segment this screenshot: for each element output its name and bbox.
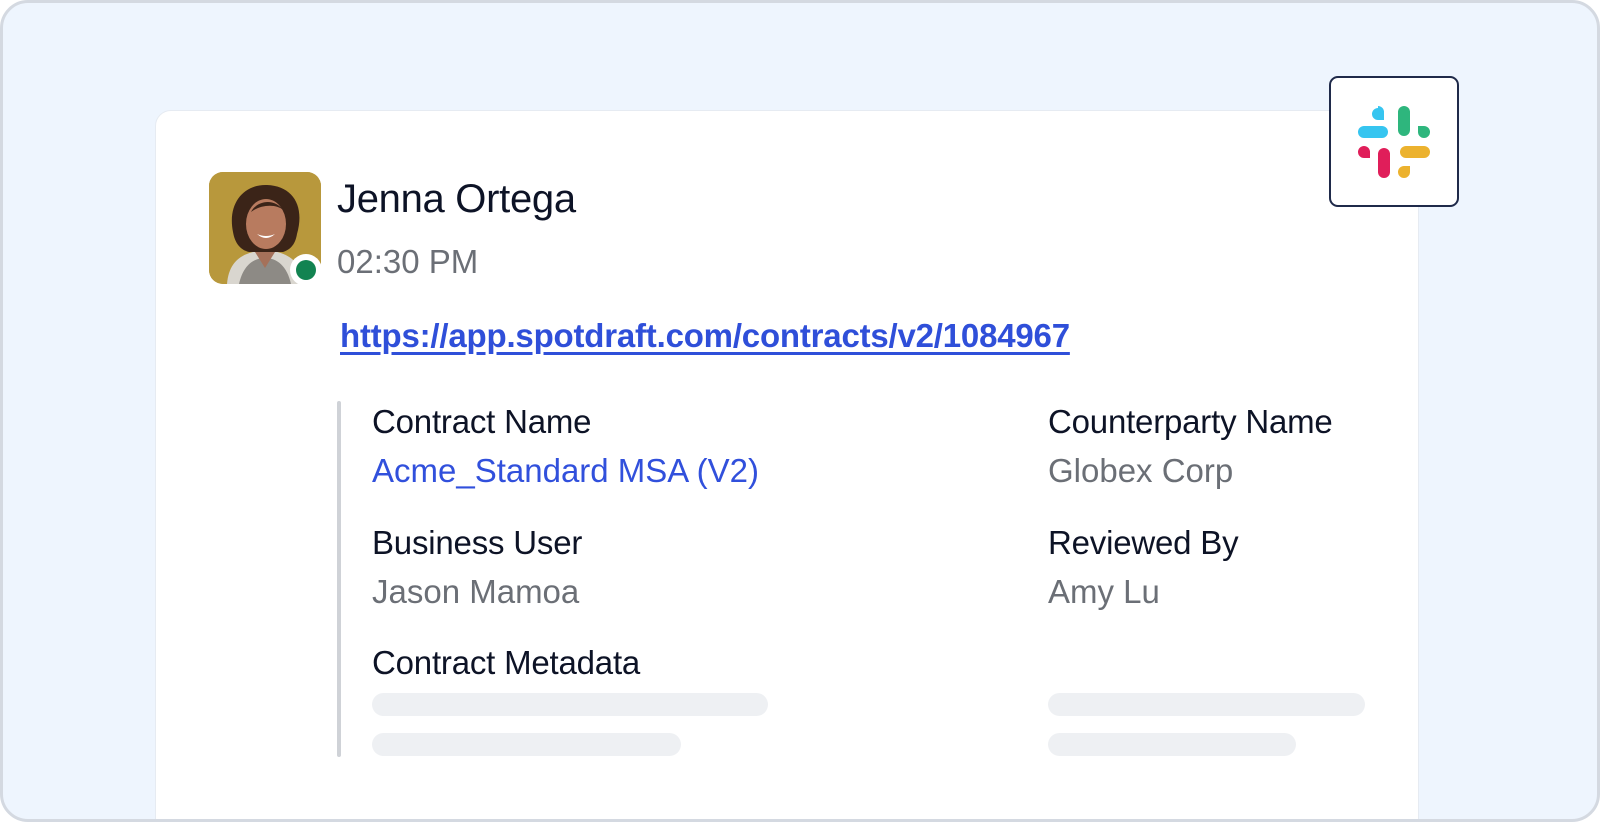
- online-status-dot: [296, 260, 316, 280]
- reviewed-by-value: Amy Lu: [1048, 573, 1160, 610]
- contract-link[interactable]: https://app.spotdraft.com/contracts/v2/1…: [340, 317, 1070, 355]
- online-status-indicator: [290, 254, 322, 286]
- attachment-border: [337, 401, 341, 757]
- slack-app-badge[interactable]: [1329, 76, 1459, 207]
- counterparty-name-value: Globex Corp: [1048, 452, 1234, 489]
- business-user-label: Business User: [372, 524, 583, 561]
- skeleton-line: [1048, 693, 1365, 716]
- app-frame: Jenna Ortega 02:30 PM https://app.spotdr…: [0, 0, 1600, 822]
- counterparty-name-label: Counterparty Name: [1048, 403, 1333, 440]
- skeleton-line: [372, 733, 681, 756]
- message-timestamp[interactable]: 02:30 PM: [337, 243, 478, 281]
- skeleton-line: [1048, 733, 1296, 756]
- contract-name-label: Contract Name: [372, 403, 592, 440]
- reviewed-by-label: Reviewed By: [1048, 524, 1239, 561]
- skeleton-line: [372, 693, 768, 716]
- message-author[interactable]: Jenna Ortega: [337, 177, 576, 222]
- contract-name-value[interactable]: Acme_Standard MSA (V2): [372, 452, 759, 490]
- slack-icon: [1358, 105, 1430, 178]
- business-user-value: Jason Mamoa: [372, 573, 580, 610]
- contract-metadata-label: Contract Metadata: [372, 644, 641, 681]
